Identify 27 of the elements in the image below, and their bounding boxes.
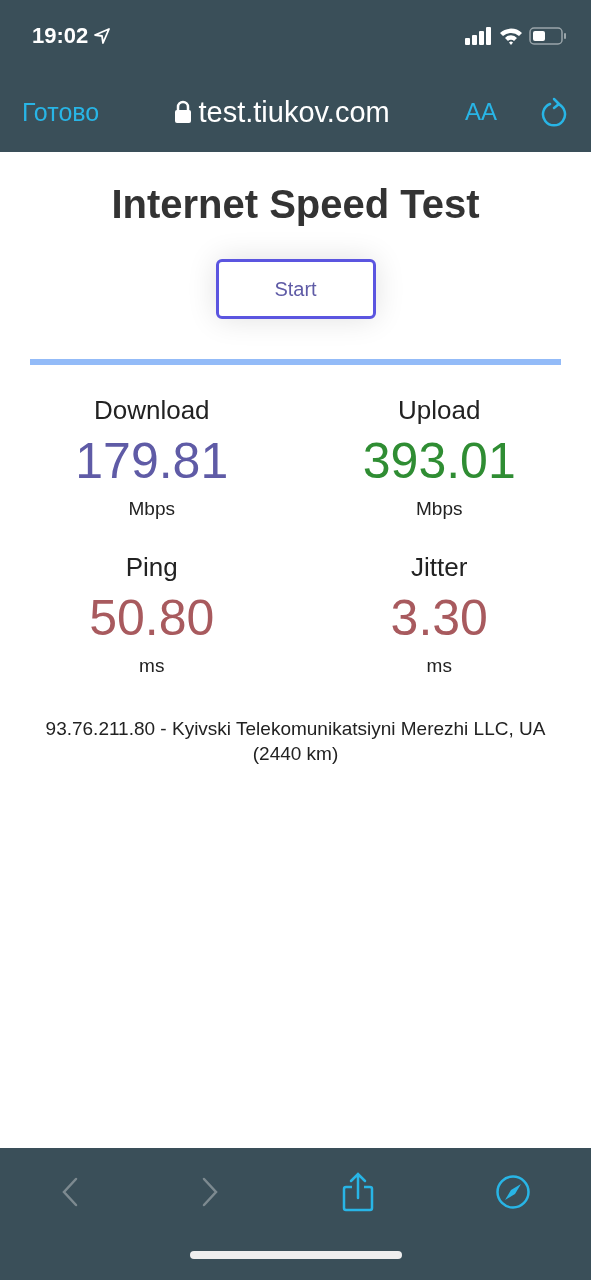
done-button[interactable]: Готово <box>22 97 100 127</box>
metric-value: 50.80 <box>89 589 215 647</box>
metric-label: Ping <box>125 552 178 583</box>
address-text[interactable]: test.tiukov.com <box>198 95 390 129</box>
metric-label: Upload <box>398 395 481 426</box>
page-title: Internet Speed Test <box>111 182 480 227</box>
metric-value: 393.01 <box>362 432 516 490</box>
location-arrow-icon <box>94 28 111 44</box>
metric-value: 179.81 <box>75 432 229 490</box>
clock-time: 19:02 <box>32 23 89 49</box>
wifi-icon <box>499 27 523 45</box>
metric-value: 3.30 <box>390 589 488 647</box>
metric-label: Download <box>93 395 210 426</box>
metric-unit: Mbps <box>128 498 175 520</box>
battery-icon <box>529 27 567 45</box>
lock-icon <box>174 100 193 124</box>
reload-icon[interactable] <box>541 97 567 127</box>
metric-unit: Mbps <box>416 498 463 520</box>
start-button[interactable]: Start <box>215 259 376 319</box>
text-size-button[interactable]: AA <box>465 98 497 126</box>
signal-icon <box>465 27 493 45</box>
server-info: 93.76.211.80 - Kyivski Telekomunikatsiyni Merezhi LLC, UA (2440 km) <box>44 717 547 766</box>
share-icon[interactable] <box>340 1172 375 1212</box>
metric-unit: ms <box>139 655 165 677</box>
metric-unit: ms <box>426 655 452 677</box>
compass-icon[interactable] <box>494 1174 531 1210</box>
metric-label: Jitter <box>411 552 468 583</box>
